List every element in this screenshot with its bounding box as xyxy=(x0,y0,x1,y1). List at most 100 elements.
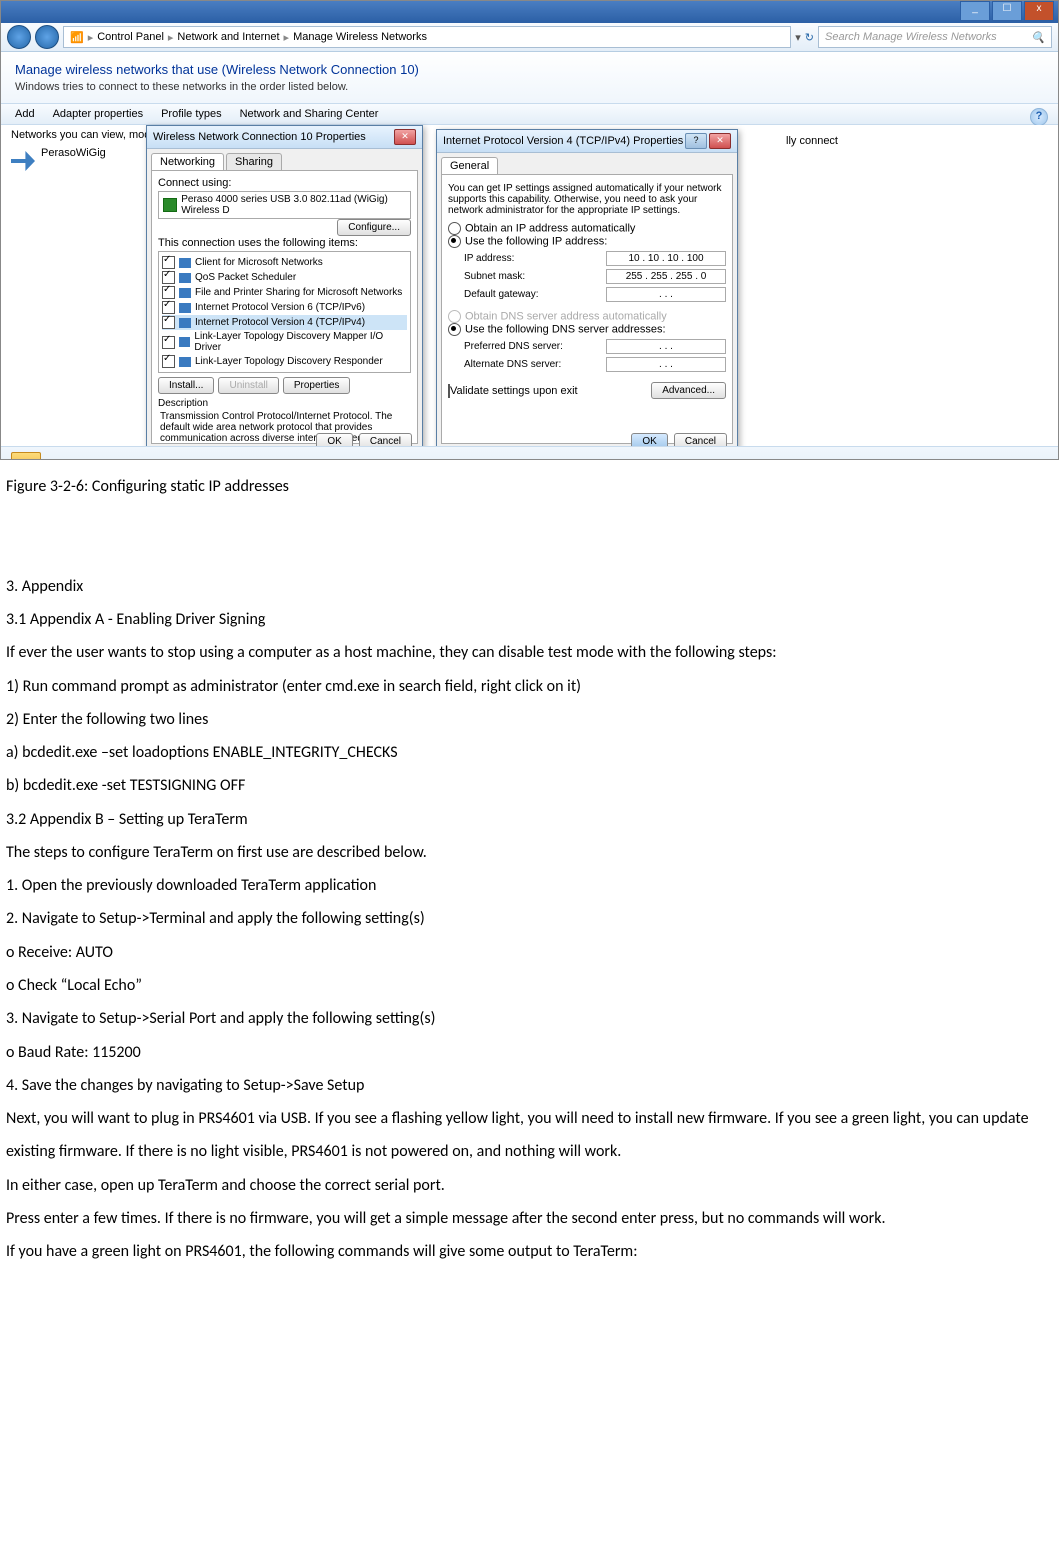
list-item[interactable]: Link-Layer Topology Discovery Responder xyxy=(195,356,383,367)
step: 4. Save the changes by navigating to Set… xyxy=(6,1069,1055,1102)
status-bar: 1 item xyxy=(1,446,1058,460)
subnet-mask-input[interactable]: 255 . 255 . 255 . 0 xyxy=(606,269,726,284)
step: 3. Navigate to Setup->Serial Port and ap… xyxy=(6,1002,1055,1035)
ip-address-label: IP address: xyxy=(464,253,514,264)
radio-label: Use the following IP address: xyxy=(465,235,607,247)
connect-hint: lly connect xyxy=(786,135,838,147)
alternate-dns-input[interactable]: . . . xyxy=(606,357,726,372)
qos-icon xyxy=(179,273,191,283)
dialog-title: Internet Protocol Version 4 (TCP/IPv4) P… xyxy=(443,135,683,147)
dialog-close-button[interactable]: ✕ xyxy=(394,129,416,145)
checkbox[interactable] xyxy=(162,336,175,349)
tab-networking[interactable]: Networking xyxy=(151,153,224,170)
network-item[interactable]: PerasoWiGig xyxy=(41,147,106,159)
install-button[interactable]: Install... xyxy=(158,377,214,394)
network-sharing-center-button[interactable]: Network and Sharing Center xyxy=(240,108,379,120)
document-body: Figure 3-2-6: Configuring static IP addr… xyxy=(0,466,1061,1288)
refresh-icon[interactable]: ↻ xyxy=(805,31,814,44)
screenshot-window: _ ☐ x 📶▸ Control Panel▸ Network and Inte… xyxy=(0,0,1059,460)
paragraph: Next, you will want to plug in PRS4601 v… xyxy=(6,1102,1055,1169)
items-list[interactable]: Client for Microsoft Networks QoS Packet… xyxy=(158,251,411,373)
profile-types-button[interactable]: Profile types xyxy=(161,108,222,120)
list-item[interactable]: File and Printer Sharing for Microsoft N… xyxy=(195,287,402,298)
subnet-mask-label: Subnet mask: xyxy=(464,271,525,282)
item-count: 1 item xyxy=(51,458,81,460)
bc-item[interactable]: Network and Internet xyxy=(177,31,279,43)
content-area: Networks you can view, modify, PerasoWiG… xyxy=(1,125,1058,460)
preferred-dns-input[interactable]: . . . xyxy=(606,339,726,354)
step: 1) Run command prompt as administrator (… xyxy=(6,670,1055,703)
page-title: Manage wireless networks that use (Wirel… xyxy=(15,62,1044,77)
tab-body: You can get IP settings assigned automat… xyxy=(441,174,733,444)
radio-use-dns[interactable] xyxy=(448,323,461,336)
search-input[interactable]: Search Manage Wireless Networks 🔍 xyxy=(818,26,1052,48)
breadcrumb[interactable]: 📶▸ Control Panel▸ Network and Internet▸ … xyxy=(63,26,791,48)
chevron-down-icon[interactable]: ▾ xyxy=(795,31,801,44)
paragraph: If you have a green light on PRS4601, th… xyxy=(6,1235,1055,1268)
radio-label: Obtain DNS server address automatically xyxy=(465,310,667,322)
bc-item[interactable]: Manage Wireless Networks xyxy=(293,31,427,43)
list-item[interactable]: QoS Packet Scheduler xyxy=(195,272,296,283)
page-header: Manage wireless networks that use (Wirel… xyxy=(1,52,1058,103)
checkbox[interactable] xyxy=(162,286,175,299)
ip-note: You can get IP settings assigned automat… xyxy=(448,181,726,222)
list-item[interactable]: Internet Protocol Version 4 (TCP/IPv4) xyxy=(195,317,365,328)
step: 2. Navigate to Setup->Terminal and apply… xyxy=(6,902,1055,935)
ipv6-icon xyxy=(179,303,191,313)
search-placeholder: Search Manage Wireless Networks xyxy=(825,31,997,43)
paragraph: If ever the user wants to stop using a c… xyxy=(6,636,1055,669)
ipv4-properties-dialog: Internet Protocol Version 4 (TCP/IPv4) P… xyxy=(436,129,738,457)
step: 1. Open the previously downloaded TeraTe… xyxy=(6,869,1055,902)
help-icon[interactable]: ? xyxy=(1030,108,1048,126)
heading-appendix: 3. Appendix xyxy=(6,570,1055,603)
validate-label: Validate settings upon exit xyxy=(450,385,578,397)
maximize-button[interactable]: ☐ xyxy=(992,1,1022,21)
tab-body: Connect using: Peraso 4000 series USB 3.… xyxy=(151,170,418,444)
lltd-icon xyxy=(179,337,191,347)
radio-label: Obtain an IP address automatically xyxy=(465,222,635,234)
radio-use-ip[interactable] xyxy=(448,235,461,248)
forward-button[interactable] xyxy=(35,25,59,49)
add-button[interactable]: Add xyxy=(15,108,35,120)
close-button[interactable]: x xyxy=(1024,1,1054,21)
radio-label: Use the following DNS server addresses: xyxy=(465,323,666,335)
advanced-button[interactable]: Advanced... xyxy=(651,382,726,399)
option: o Receive: AUTO xyxy=(6,936,1055,969)
tab-sharing[interactable]: Sharing xyxy=(226,153,282,170)
list-item[interactable]: Client for Microsoft Networks xyxy=(195,257,323,268)
wifi-network-icon xyxy=(11,151,35,171)
adapter-properties-button[interactable]: Adapter properties xyxy=(53,108,144,120)
checkbox[interactable] xyxy=(162,355,175,368)
figure-caption: Figure 3-2-6: Configuring static IP addr… xyxy=(6,470,1055,503)
gateway-input[interactable]: . . . xyxy=(606,287,726,302)
radio-auto-ip[interactable] xyxy=(448,222,461,235)
minimize-button[interactable]: _ xyxy=(960,1,990,21)
radio-auto-dns xyxy=(448,310,461,323)
dialog-titlebar: Internet Protocol Version 4 (TCP/IPv4) P… xyxy=(437,130,737,153)
list-item[interactable]: Link-Layer Topology Discovery Mapper I/O… xyxy=(194,331,407,353)
bc-item[interactable]: Control Panel xyxy=(97,31,164,43)
configure-button[interactable]: Configure... xyxy=(337,219,411,236)
back-button[interactable] xyxy=(7,25,31,49)
step: a) bcdedit.exe –set loadoptions ENABLE_I… xyxy=(6,736,1055,769)
checkbox[interactable] xyxy=(162,316,175,329)
dialog-help-button[interactable]: ? xyxy=(685,133,707,149)
search-icon: 🔍 xyxy=(1031,31,1045,44)
checkbox[interactable] xyxy=(162,301,175,314)
paragraph: The steps to configure TeraTerm on first… xyxy=(6,836,1055,869)
tab-general[interactable]: General xyxy=(441,157,498,174)
description-label: Description xyxy=(158,398,411,409)
adapter-field[interactable]: Peraso 4000 series USB 3.0 802.11ad (WiG… xyxy=(158,191,411,219)
ipv4-icon xyxy=(179,318,191,328)
properties-button[interactable]: Properties xyxy=(283,377,351,394)
list-item[interactable]: Internet Protocol Version 6 (TCP/IPv6) xyxy=(195,302,365,313)
client-icon xyxy=(179,258,191,268)
checkbox[interactable] xyxy=(162,271,175,284)
dialog-close-button[interactable]: ✕ xyxy=(709,133,731,149)
ip-address-input[interactable]: 10 . 10 . 10 . 100 xyxy=(606,251,726,266)
gateway-label: Default gateway: xyxy=(464,289,539,300)
checkbox[interactable] xyxy=(162,256,175,269)
window-titlebar: _ ☐ x xyxy=(1,1,1058,23)
adapter-name: Peraso 4000 series USB 3.0 802.11ad (WiG… xyxy=(181,194,406,216)
validate-checkbox[interactable] xyxy=(448,384,450,398)
